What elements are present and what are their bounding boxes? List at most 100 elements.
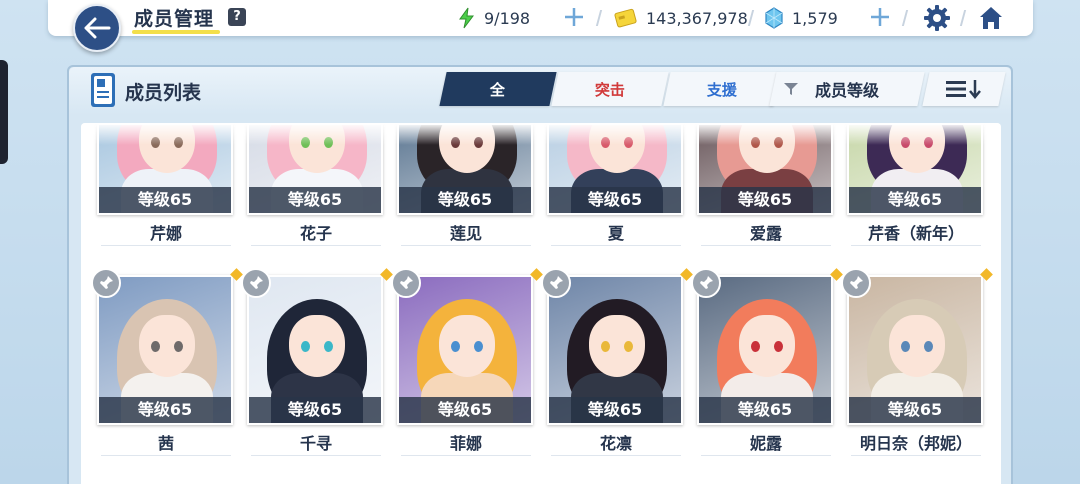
character-card[interactable]: 等级65 花子 [247,123,385,247]
portrait-eye [901,341,910,352]
character-name: 夏 [607,224,624,243]
level-badge: 等级65 [399,397,531,423]
level-badge: 等级65 [99,187,231,213]
portrait-eye [924,137,933,148]
character-card[interactable]: 等级65 明日奈（邦妮） [841,268,993,457]
portrait-face [439,315,495,377]
level-badge: 等级65 [399,187,531,213]
pyroxene-counter: 1,579 [764,7,838,29]
crystal-icon [765,7,783,29]
level-badge: 等级65 [249,397,381,423]
pin-icon[interactable] [391,268,421,298]
portrait-eye [174,137,183,148]
portrait-eye [301,341,310,352]
character-card[interactable]: 等级65 花凛 [541,268,693,457]
character-name: 妮露 [749,434,782,453]
name-underline [701,245,831,246]
character-portrait: 等级65 [697,123,833,215]
character-portrait: 等级65 [247,123,383,215]
character-name: 花凛 [599,434,632,453]
character-portrait: 等级65 [97,123,233,215]
character-card[interactable]: 等级65 菲娜 [391,268,543,457]
name-underline [701,455,831,456]
character-card[interactable]: 等级65 夏 [547,123,685,247]
tab-striker[interactable]: 突击 [551,72,669,106]
character-card[interactable]: 等级65 芹香（新年） [847,123,985,247]
character-name: 芹香（新年） [867,224,964,243]
portrait-eye [624,137,633,148]
character-name: 花子 [299,224,332,243]
level-badge: 等级65 [549,187,681,213]
character-grid[interactable]: 等级65 芹娜 等级65 花子 等级65 莲见 等级65 夏等级65 爱露 等级65 芹香（新年）等… [81,123,1001,484]
filter-tabs: 全 突击 支援 [439,72,781,106]
gear-icon[interactable] [923,4,951,32]
name-underline [401,455,531,456]
level-badge: 等级65 [549,397,681,423]
credit-card-icon [614,8,637,28]
lightning-icon [459,7,474,29]
portrait-eye [751,341,760,352]
portrait-eye [751,137,760,148]
tab-striker-label: 突击 [594,80,625,99]
name-underline [101,455,231,456]
name-underline [551,245,681,246]
help-button[interactable]: ? [228,8,246,26]
ap-counter: 9/198 [458,7,530,29]
portrait-eye [774,137,783,148]
portrait-eye [924,341,933,352]
character-name: 芹娜 [149,224,182,243]
portrait-eye [174,341,183,352]
add-pyroxene-button[interactable] [868,5,892,29]
portrait-eye [451,341,460,352]
character-portrait: 等级65 [547,123,683,215]
portrait-eye [324,137,333,148]
character-name: 莲见 [449,224,482,243]
tab-special-label: 支援 [706,80,737,99]
character-portrait: 等级65 [397,275,533,425]
home-icon[interactable] [977,4,1005,32]
character-portrait: 等级65 [247,275,383,425]
pin-icon[interactable] [91,268,121,298]
portrait-face [739,315,795,377]
pin-icon[interactable] [541,268,571,298]
back-button[interactable] [73,4,121,52]
pin-icon[interactable] [691,268,721,298]
character-card[interactable]: 等级65 爱露 [697,123,835,247]
add-ap-button[interactable] [562,5,586,29]
level-badge: 等级65 [849,397,981,423]
sort-by-button[interactable]: 成员等级 [769,72,925,106]
portrait-eye [601,341,610,352]
portrait-face [589,315,645,377]
credits-value: 143,367,978 [646,8,748,28]
character-card[interactable]: 等级65 莲见 [397,123,535,247]
character-card[interactable]: 等级65 茜 [91,268,243,457]
ap-value: 9/198 [484,8,531,28]
title-underline [132,30,220,34]
portrait-eye [624,341,633,352]
level-badge: 等级65 [699,187,831,213]
name-underline [401,245,531,246]
member-list-panel: 成员列表 全 突击 支援 成员等级 等级65 芹娜 等级65 花子 等级65 莲见 等级65… [67,65,1013,484]
character-card[interactable]: 等级65 妮露 [691,268,843,457]
portrait-eye [151,341,160,352]
portrait-eye [451,137,460,148]
pin-icon[interactable] [241,268,271,298]
character-name: 茜 [157,434,174,453]
character-card[interactable]: 等级65 千寻 [241,268,393,457]
character-portrait: 等级65 [547,275,683,425]
portrait-eye [474,341,483,352]
credits-counter: 143,367,978 [614,7,748,29]
tab-special[interactable]: 支援 [663,72,781,106]
tab-all[interactable]: 全 [439,72,557,106]
character-name: 爱露 [749,224,782,243]
pin-icon[interactable] [841,268,871,298]
sort-order-button[interactable] [922,72,1006,106]
pyroxene-value: 1,579 [792,8,838,28]
character-portrait: 等级65 [847,123,983,215]
left-edge-tab [0,60,8,164]
character-card[interactable]: 等级65 芹娜 [97,123,235,247]
portrait-face [889,315,945,377]
portrait-eye [324,341,333,352]
level-badge: 等级65 [849,187,981,213]
name-underline [851,455,981,456]
